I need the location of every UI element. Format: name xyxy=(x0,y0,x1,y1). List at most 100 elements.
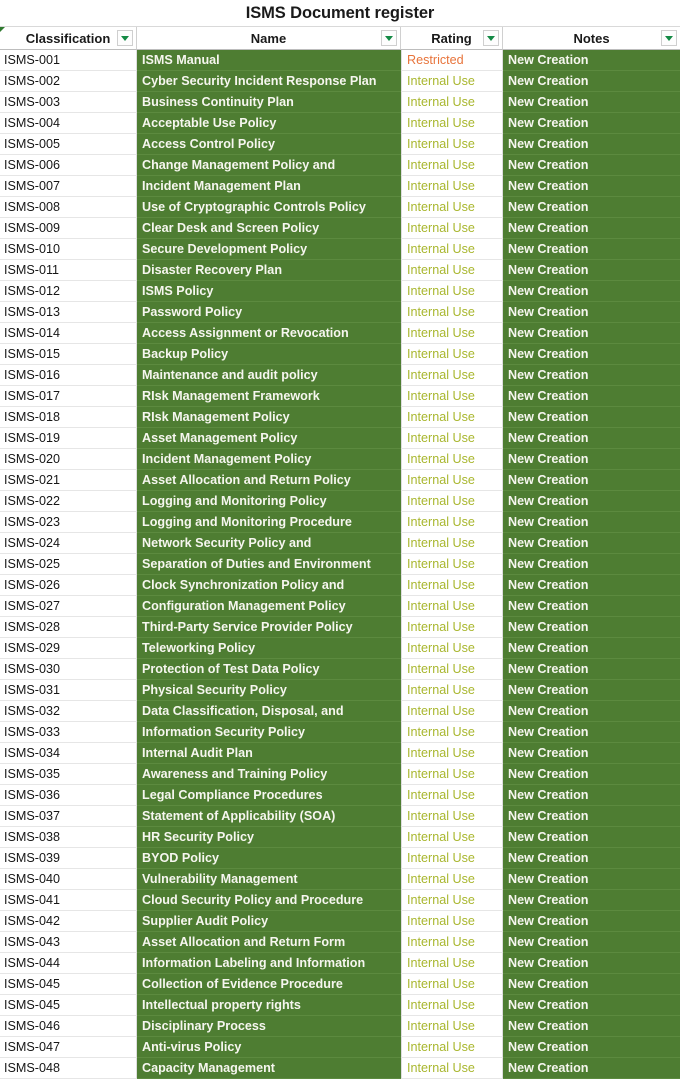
cell-name[interactable]: Access Assignment or Revocation xyxy=(137,323,401,344)
table-row[interactable]: ISMS-033 Information Security Policy Inter… xyxy=(0,722,680,743)
cell-name[interactable]: Teleworking Policy xyxy=(137,638,401,659)
cell-classification[interactable]: ISMS-048 xyxy=(0,1058,137,1079)
table-row[interactable]: ISMS-012 ISMS Policy Internal Use New Creat… xyxy=(0,281,680,302)
cell-classification[interactable]: ISMS-046 xyxy=(0,1016,137,1037)
cell-classification[interactable]: ISMS-023 xyxy=(0,512,137,533)
cell-classification[interactable]: ISMS-035 xyxy=(0,764,137,785)
cell-name[interactable]: Separation of Duties and Environment xyxy=(137,554,401,575)
cell-name[interactable]: Information Security Policy xyxy=(137,722,401,743)
cell-name[interactable]: Access Control Policy xyxy=(137,134,401,155)
cell-name[interactable]: BYOD Policy xyxy=(137,848,401,869)
cell-classification[interactable]: ISMS-038 xyxy=(0,827,137,848)
cell-classification[interactable]: ISMS-007 xyxy=(0,176,137,197)
cell-notes[interactable]: New Creation xyxy=(503,386,680,407)
cell-classification[interactable]: ISMS-005 xyxy=(0,134,137,155)
cell-name[interactable]: Collection of Evidence Procedure xyxy=(137,974,401,995)
cell-rating[interactable]: Internal Use xyxy=(401,638,503,659)
cell-name[interactable]: Anti-virus Policy xyxy=(137,1037,401,1058)
cell-notes[interactable]: New Creation xyxy=(503,50,680,71)
cell-name[interactable]: Logging and Monitoring Procedure xyxy=(137,512,401,533)
cell-notes[interactable]: New Creation xyxy=(503,722,680,743)
cell-notes[interactable]: New Creation xyxy=(503,1016,680,1037)
table-row[interactable]: ISMS-022 Logging and Monitoring Policy Int… xyxy=(0,491,680,512)
column-header-rating[interactable]: Rating xyxy=(401,27,503,50)
cell-rating[interactable]: Internal Use xyxy=(401,932,503,953)
cell-classification[interactable]: ISMS-004 xyxy=(0,113,137,134)
cell-notes[interactable]: New Creation xyxy=(503,491,680,512)
cell-notes[interactable]: New Creation xyxy=(503,470,680,491)
table-row[interactable]: ISMS-027 Configuration Management Policy I… xyxy=(0,596,680,617)
cell-name[interactable]: Legal Compliance Procedures xyxy=(137,785,401,806)
cell-classification[interactable]: ISMS-016 xyxy=(0,365,137,386)
table-row[interactable]: ISMS-034 Internal Audit Plan Internal Use… xyxy=(0,743,680,764)
cell-notes[interactable]: New Creation xyxy=(503,806,680,827)
table-row[interactable]: ISMS-021 Asset Allocation and Return Poli… xyxy=(0,470,680,491)
table-row[interactable]: ISMS-014 Access Assignment or Revocation I… xyxy=(0,323,680,344)
cell-classification[interactable]: ISMS-013 xyxy=(0,302,137,323)
cell-rating[interactable]: Internal Use xyxy=(401,785,503,806)
cell-notes[interactable]: New Creation xyxy=(503,428,680,449)
table-row[interactable]: ISMS-036 Legal Compliance Procedures Inter… xyxy=(0,785,680,806)
cell-classification[interactable]: ISMS-027 xyxy=(0,596,137,617)
cell-classification[interactable]: ISMS-010 xyxy=(0,239,137,260)
cell-notes[interactable]: New Creation xyxy=(503,890,680,911)
cell-rating[interactable]: Internal Use xyxy=(401,365,503,386)
cell-name[interactable]: Acceptable Use Policy xyxy=(137,113,401,134)
cell-rating[interactable]: Internal Use xyxy=(401,890,503,911)
cell-notes[interactable]: New Creation xyxy=(503,596,680,617)
cell-notes[interactable]: New Creation xyxy=(503,554,680,575)
filter-dropdown-notes[interactable] xyxy=(661,30,677,46)
cell-notes[interactable]: New Creation xyxy=(503,218,680,239)
cell-classification[interactable]: ISMS-017 xyxy=(0,386,137,407)
cell-notes[interactable]: New Creation xyxy=(503,680,680,701)
cell-notes[interactable]: New Creation xyxy=(503,197,680,218)
cell-rating[interactable]: Internal Use xyxy=(401,260,503,281)
cell-classification[interactable]: ISMS-047 xyxy=(0,1037,137,1058)
cell-rating[interactable]: Internal Use xyxy=(401,197,503,218)
cell-notes[interactable]: New Creation xyxy=(503,743,680,764)
cell-rating[interactable]: Internal Use xyxy=(401,470,503,491)
cell-classification[interactable]: ISMS-025 xyxy=(0,554,137,575)
cell-rating[interactable]: Internal Use xyxy=(401,92,503,113)
cell-notes[interactable]: New Creation xyxy=(503,281,680,302)
cell-rating[interactable]: Internal Use xyxy=(401,218,503,239)
table-row[interactable]: ISMS-039 BYOD Policy Internal Use New Creat… xyxy=(0,848,680,869)
cell-notes[interactable]: New Creation xyxy=(503,1058,680,1079)
cell-rating[interactable]: Internal Use xyxy=(401,911,503,932)
cell-notes[interactable]: New Creation xyxy=(503,953,680,974)
cell-rating[interactable]: Internal Use xyxy=(401,176,503,197)
table-row[interactable]: ISMS-011 Disaster Recovery Plan Internal U… xyxy=(0,260,680,281)
cell-notes[interactable]: New Creation xyxy=(503,113,680,134)
cell-classification[interactable]: ISMS-011 xyxy=(0,260,137,281)
cell-name[interactable]: Physical Security Policy xyxy=(137,680,401,701)
table-row[interactable]: ISMS-018 RIsk Management Policy Internal U… xyxy=(0,407,680,428)
cell-rating[interactable]: Restricted xyxy=(401,50,503,71)
cell-name[interactable]: Business Continuity Plan xyxy=(137,92,401,113)
cell-classification[interactable]: ISMS-002 xyxy=(0,71,137,92)
cell-notes[interactable]: New Creation xyxy=(503,974,680,995)
cell-notes[interactable]: New Creation xyxy=(503,785,680,806)
cell-name[interactable]: Data Classification, Disposal, and xyxy=(137,701,401,722)
cell-name[interactable]: ISMS Policy xyxy=(137,281,401,302)
cell-rating[interactable]: Internal Use xyxy=(401,302,503,323)
cell-name[interactable]: Clock Synchronization Policy and xyxy=(137,575,401,596)
cell-rating[interactable]: Internal Use xyxy=(401,974,503,995)
cell-rating[interactable]: Internal Use xyxy=(401,827,503,848)
table-row[interactable]: ISMS-046 Disciplinary Process Internal Use… xyxy=(0,1016,680,1037)
cell-name[interactable]: Disaster Recovery Plan xyxy=(137,260,401,281)
cell-classification[interactable]: ISMS-040 xyxy=(0,869,137,890)
cell-name[interactable]: Incident Management Plan xyxy=(137,176,401,197)
table-row[interactable]: ISMS-015 Backup Policy Internal Use New Cre… xyxy=(0,344,680,365)
cell-name[interactable]: Backup Policy xyxy=(137,344,401,365)
column-header-classification[interactable]: Classification xyxy=(0,27,137,50)
cell-classification[interactable]: ISMS-009 xyxy=(0,218,137,239)
table-row[interactable]: ISMS-031 Physical Security Policy Internal… xyxy=(0,680,680,701)
cell-rating[interactable]: Internal Use xyxy=(401,701,503,722)
table-row[interactable]: ISMS-045 Collection of Evidence Procedure… xyxy=(0,974,680,995)
cell-notes[interactable]: New Creation xyxy=(503,638,680,659)
cell-classification[interactable]: ISMS-026 xyxy=(0,575,137,596)
cell-classification[interactable]: ISMS-041 xyxy=(0,890,137,911)
cell-name[interactable]: ISMS Manual xyxy=(137,50,401,71)
cell-classification[interactable]: ISMS-029 xyxy=(0,638,137,659)
cell-rating[interactable]: Internal Use xyxy=(401,491,503,512)
